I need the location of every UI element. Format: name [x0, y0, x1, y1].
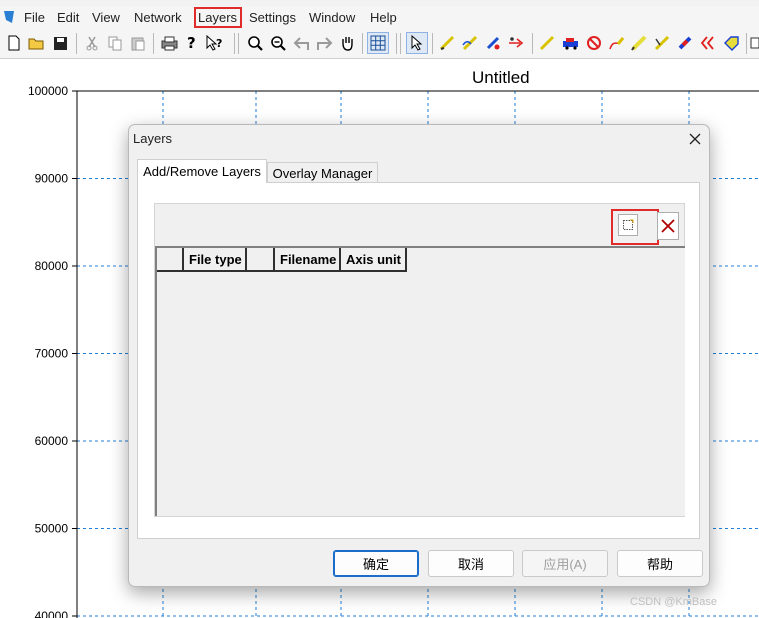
layers-grid[interactable]: File type Filename Axis unit [155, 246, 685, 516]
watermark: CSDN @KmBase [630, 596, 717, 608]
toolbar-separator [746, 33, 747, 54]
menu-view[interactable]: View [92, 10, 120, 25]
print-icon[interactable] [159, 33, 179, 53]
y-tick-label: 70000 [35, 347, 69, 361]
menu-file[interactable]: File [24, 10, 45, 25]
toolbar-separator [76, 33, 77, 54]
new-file-icon[interactable] [4, 33, 24, 53]
car-icon[interactable] [561, 33, 581, 53]
cut-icon[interactable] [82, 33, 102, 53]
toolbar-separator [234, 33, 235, 54]
plot-title: Untitled [472, 68, 530, 87]
help-button[interactable]: 帮助 [617, 550, 703, 577]
menu-window[interactable]: Window [309, 10, 355, 25]
toolbar-overflow-icon[interactable] [749, 33, 759, 53]
save-icon[interactable] [50, 33, 70, 53]
menu-layers-highlight [194, 7, 242, 28]
grid-icon[interactable] [367, 32, 389, 54]
toolbar-separator [153, 33, 154, 54]
toolbar-separator [400, 33, 401, 54]
forward-icon[interactable] [314, 33, 334, 53]
toolbar-separator [432, 33, 433, 54]
menu-edit[interactable]: Edit [57, 10, 79, 25]
marker-icon[interactable] [653, 33, 673, 53]
select-arrow-icon[interactable] [406, 32, 428, 54]
grid-header-axis-unit[interactable]: Axis unit [341, 248, 407, 272]
draw-polyline-icon[interactable] [461, 33, 481, 53]
copy-icon[interactable] [105, 33, 125, 53]
bracket-icon[interactable] [699, 33, 719, 53]
svg-text:?: ? [187, 35, 196, 51]
add-layer-highlight [611, 209, 659, 245]
zoom-in-icon[interactable] [245, 33, 265, 53]
y-tick-label: 60000 [35, 434, 69, 448]
layers-panel: File type Filename Axis unit [154, 203, 685, 517]
menu-network[interactable]: Network [134, 10, 182, 25]
close-icon[interactable] [685, 129, 705, 149]
tab-add-remove-layers[interactable]: Add/Remove Layers [137, 159, 267, 183]
grid-header-cell [247, 248, 275, 272]
grid-header-file-type[interactable]: File type [184, 248, 247, 272]
edit-node-icon[interactable] [484, 33, 504, 53]
dialog-title: Layers [133, 131, 173, 146]
no-entry-icon[interactable] [584, 33, 604, 53]
toolbar-separator [532, 33, 533, 54]
route-icon[interactable] [607, 33, 627, 53]
toolbar-separator [362, 33, 363, 54]
layers-dialog: Layers Add/Remove Layers Overlay Manager… [128, 124, 710, 587]
pen-icon[interactable] [630, 33, 650, 53]
svg-text:?: ? [216, 37, 222, 50]
whats-this-icon[interactable]: ? [205, 33, 225, 53]
y-tick-label: 40000 [35, 609, 69, 618]
grid-header-row: File type Filename Axis unit [157, 248, 407, 272]
open-folder-icon[interactable] [27, 33, 47, 53]
menu-help[interactable]: Help [370, 10, 397, 25]
remove-icon [661, 219, 675, 233]
y-axis-ticks: 100000 90000 80000 70000 60000 50000 40000 [28, 84, 77, 618]
y-tick-label: 100000 [28, 84, 68, 98]
tab-overlay-manager[interactable]: Overlay Manager [267, 162, 378, 184]
cancel-button[interactable]: 取消 [428, 550, 514, 577]
pan-hand-icon[interactable] [337, 33, 357, 53]
grid-header-filename[interactable]: Filename [275, 248, 341, 272]
y-tick-label: 90000 [35, 172, 69, 186]
pencil-icon[interactable] [538, 33, 558, 53]
toolbar-separator [238, 33, 239, 54]
paste-icon[interactable] [128, 33, 148, 53]
toolbar: ? ? [0, 29, 759, 59]
tag-icon[interactable] [722, 33, 742, 53]
apply-button[interactable]: 应用(A) [522, 550, 608, 577]
remove-layer-button[interactable] [657, 212, 679, 240]
back-icon[interactable] [291, 33, 311, 53]
network-tool-icon[interactable] [507, 33, 527, 53]
y-tick-label: 50000 [35, 522, 69, 536]
menu-settings[interactable]: Settings [249, 10, 296, 25]
eraser-icon[interactable] [676, 33, 696, 53]
tab-panel: File type Filename Axis unit [137, 182, 700, 539]
app-logo-icon [4, 11, 14, 23]
draw-line-icon[interactable] [438, 33, 458, 53]
menu-bar: File Edit View Network Layers Settings W… [0, 6, 759, 29]
y-tick-label: 80000 [35, 259, 69, 273]
help-icon[interactable]: ? [182, 33, 202, 53]
grid-header-cell [157, 248, 184, 272]
toolbar-separator [396, 33, 397, 54]
zoom-out-icon[interactable] [268, 33, 288, 53]
ok-button[interactable]: 确定 [333, 550, 419, 577]
